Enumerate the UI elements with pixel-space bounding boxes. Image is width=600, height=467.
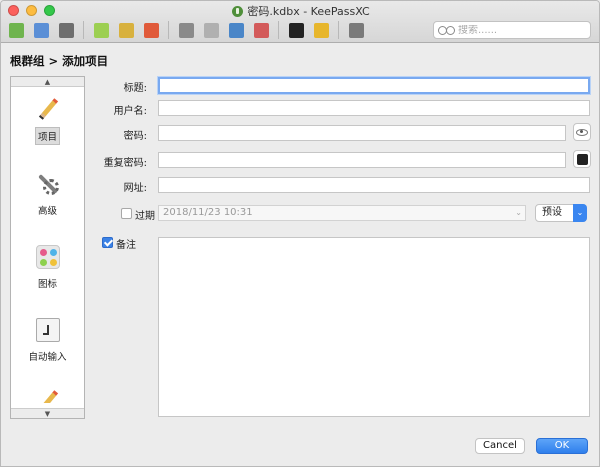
sidebar-item-label: 高级 — [37, 206, 57, 217]
add-entry-button[interactable] — [90, 20, 112, 40]
window-title: 密码.kdbx - KeePassXC — [1, 3, 599, 19]
pencil-icon — [36, 97, 60, 121]
expire-label: 过期 — [135, 211, 155, 222]
delete-entry-button[interactable] — [140, 20, 162, 40]
generate-password-button[interactable] — [573, 150, 591, 168]
toolbar — [5, 19, 370, 41]
autotype-icon — [253, 22, 269, 38]
sidebar-item-icon[interactable]: 图标 — [11, 245, 84, 291]
ok-button[interactable]: OK — [536, 438, 588, 454]
title-bar: 密码.kdbx - KeePassXC — [1, 1, 599, 43]
open-database-button[interactable] — [30, 20, 52, 40]
toolbar-separator — [338, 21, 339, 39]
settings-button[interactable] — [345, 20, 367, 40]
search-input[interactable] — [458, 24, 578, 36]
password-generator-icon — [288, 22, 304, 38]
notes-textarea[interactable] — [158, 237, 590, 417]
sidebar-item-label: 项目 — [34, 127, 60, 145]
chevron-down-icon: ⌄ — [515, 208, 522, 217]
copy-password-icon — [203, 22, 219, 38]
scroll-up-button[interactable]: ▲ — [11, 77, 84, 87]
wrench-gear-icon — [36, 172, 60, 196]
sidebar-item-autotype[interactable]: 自动输入 — [11, 318, 84, 364]
open-database-icon — [33, 22, 49, 38]
pencil-icon — [36, 389, 60, 403]
toggle-password-button[interactable] — [573, 123, 591, 141]
notes-label: 备注 — [116, 240, 136, 251]
sidebar-item-entry[interactable]: 项目 — [11, 97, 84, 145]
binoculars-icon — [438, 25, 455, 35]
url-label: 网址: — [123, 183, 147, 194]
keepassxc-logo-icon — [232, 5, 244, 17]
settings-icon — [348, 22, 364, 38]
title-label: 标题: — [123, 83, 147, 94]
breadcrumb: 根群组 > 添加项目 — [10, 54, 109, 68]
edit-sections-panel: ▲ 项目 高级 图标 自动输入 ▼ — [10, 76, 85, 419]
username-label: 用户名: — [113, 106, 147, 117]
password-input[interactable] — [158, 125, 566, 141]
add-entry-icon — [93, 22, 109, 38]
open-url-button[interactable] — [225, 20, 247, 40]
notes-checkbox[interactable] — [102, 237, 113, 248]
repeat-password-label: 重复密码: — [103, 158, 147, 169]
sidebar-item-label: 图标 — [37, 279, 57, 290]
preset-dropdown[interactable]: 预设 ⌄ — [535, 204, 587, 222]
copy-password-button[interactable] — [200, 20, 222, 40]
edit-entry-button[interactable] — [115, 20, 137, 40]
lock-database-button[interactable] — [310, 20, 332, 40]
save-database-icon — [58, 22, 74, 38]
expire-datetime-field[interactable]: 2018/11/23 10:31 ⌄ — [158, 205, 526, 221]
sidebar-item-advanced[interactable]: 高级 — [11, 172, 84, 218]
window-title-text: 密码.kdbx - KeePassXC — [247, 5, 370, 18]
expire-datetime-value: 2018/11/23 10:31 — [163, 207, 253, 218]
new-database-icon — [8, 22, 24, 38]
delete-entry-icon — [143, 22, 159, 38]
repeat-password-input[interactable] — [158, 152, 566, 168]
eye-icon — [576, 128, 588, 136]
username-input[interactable] — [158, 100, 590, 116]
copy-username-button[interactable] — [175, 20, 197, 40]
dice-icon — [576, 153, 588, 165]
toolbar-separator — [168, 21, 169, 39]
save-database-button[interactable] — [55, 20, 77, 40]
toolbar-separator — [278, 21, 279, 39]
sidebar-item-next[interactable] — [11, 389, 84, 409]
expire-checkbox[interactable] — [121, 208, 132, 219]
password-generator-button[interactable] — [285, 20, 307, 40]
palette-icon — [35, 245, 60, 269]
keepassxc-window: 密码.kdbx - KeePassXC 根群组 > 添加项目 — [0, 0, 600, 467]
preset-label: 预设 — [542, 207, 562, 218]
copy-username-icon — [178, 22, 194, 38]
new-database-button[interactable] — [5, 20, 27, 40]
lock-database-icon — [313, 22, 329, 38]
password-label: 密码: — [123, 131, 147, 142]
sidebar-item-label: 自动输入 — [28, 352, 67, 363]
chevron-down-icon: ⌄ — [573, 204, 587, 222]
autotype-button[interactable] — [250, 20, 272, 40]
url-input[interactable] — [158, 177, 590, 193]
scroll-down-button[interactable]: ▼ — [11, 408, 84, 418]
autotype-note-icon — [35, 318, 60, 342]
toolbar-separator — [83, 21, 84, 39]
open-url-icon — [228, 22, 244, 38]
cancel-button[interactable]: Cancel — [475, 438, 525, 454]
edit-entry-icon — [118, 22, 134, 38]
search-box[interactable] — [433, 21, 591, 39]
title-input[interactable] — [158, 77, 590, 94]
